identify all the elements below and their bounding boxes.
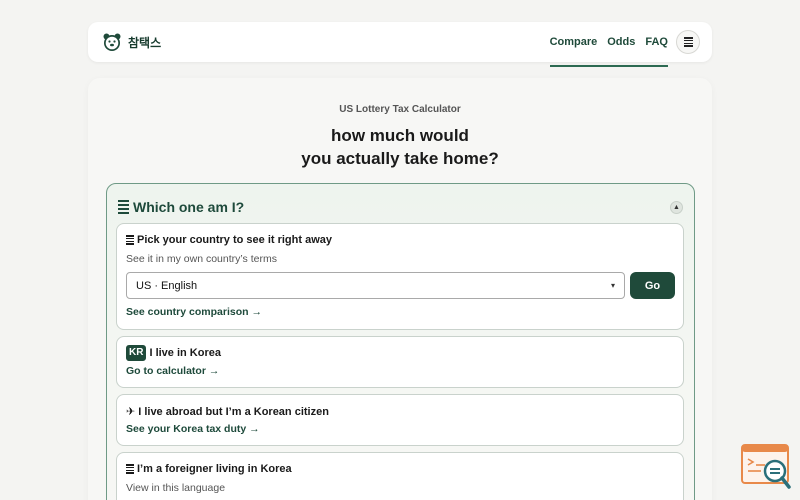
option-abroad-korean-citizen[interactable]: ✈ I live abroad but I’m a Korean citizen…: [116, 394, 684, 446]
option-title-text: Pick your country to see it right away: [137, 234, 332, 246]
panel-title-text: Which one am I?: [133, 199, 245, 215]
option-title: KR I live in Korea: [126, 345, 221, 361]
option-title: Pick your country to see it right away: [126, 234, 332, 246]
menu-button[interactable]: [676, 30, 700, 54]
headline-line-2: you actually take home?: [301, 149, 499, 168]
option-description: See it in my own country’s terms: [126, 253, 277, 265]
country-select[interactable]: US · English ▾: [126, 272, 625, 299]
go-button[interactable]: Go: [630, 272, 675, 299]
page-headline: how much would you actually take home?: [0, 124, 800, 170]
chevron-down-icon: ▾: [610, 281, 615, 290]
country-comparison-link[interactable]: See country comparison →: [126, 306, 262, 318]
chevron-up-icon: ▲: [673, 204, 680, 211]
airplane-icon: ✈: [126, 406, 136, 418]
hamburger-icon: [683, 37, 693, 47]
nav-links: Compare Odds FAQ: [549, 27, 668, 67]
headline-line-1: how much would: [331, 126, 469, 145]
code-search-icon: [741, 444, 791, 489]
option-title: I’m a foreigner living in Korea: [126, 463, 292, 475]
calculator-link[interactable]: Go to calculator →: [126, 365, 219, 377]
option-description: View in this language: [126, 482, 226, 494]
collapse-button[interactable]: ▲: [670, 201, 683, 214]
option-foreigner-in-korea[interactable]: I’m a foreigner living in Korea View in …: [116, 452, 684, 500]
list-bars-icon: [118, 200, 129, 214]
nav-odds[interactable]: Odds: [607, 36, 635, 48]
list-bars-icon: [126, 464, 134, 474]
country-select-value: US · English: [136, 279, 198, 292]
option-title-text: I live abroad but I’m a Korean citizen: [138, 405, 329, 418]
top-navbar: 참택스 Compare Odds FAQ: [88, 22, 712, 67]
option-country-picker: Pick your country to see it right away S…: [116, 223, 684, 330]
panel-title: Which one am I?: [118, 199, 244, 215]
list-bars-icon: [126, 235, 134, 245]
korea-tax-duty-link[interactable]: See your Korea tax duty →: [126, 423, 260, 435]
nav-faq[interactable]: FAQ: [645, 36, 668, 48]
option-title-text: I’m a foreigner living in Korea: [137, 463, 292, 475]
kr-flag-badge: KR: [126, 345, 147, 361]
brand[interactable]: 참택스: [102, 32, 161, 52]
brand-name: 참택스: [128, 35, 162, 50]
option-title: ✈ I live abroad but I’m a Korean citizen: [126, 405, 329, 419]
page-subtitle: US Lottery Tax Calculator: [339, 104, 461, 115]
option-live-in-korea[interactable]: KR I live in Korea Go to calculator →: [116, 336, 684, 388]
code-search-widget[interactable]: [741, 444, 791, 490]
bear-face-icon: [103, 33, 121, 51]
nav-compare[interactable]: Compare: [550, 36, 598, 48]
main-nav: Compare Odds FAQ: [549, 22, 700, 67]
option-title-text: I live in Korea: [149, 347, 221, 359]
